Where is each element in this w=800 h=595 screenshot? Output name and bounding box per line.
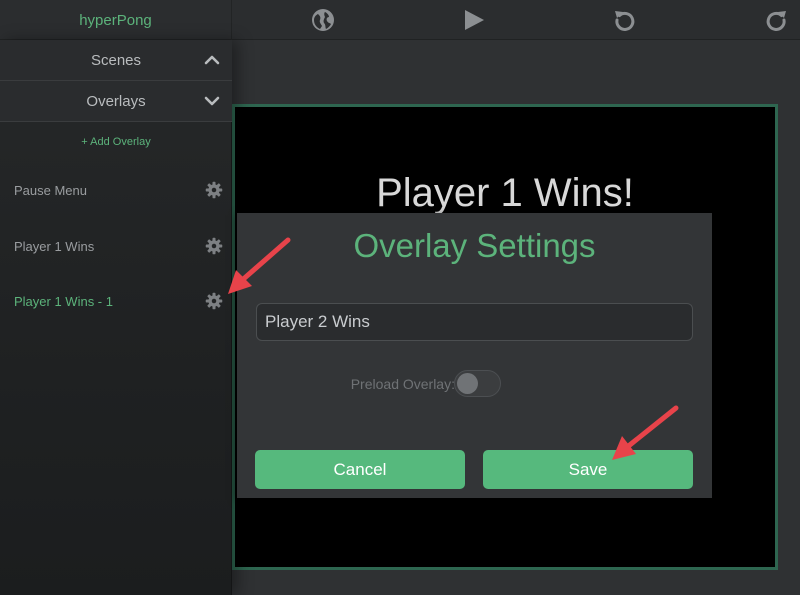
add-overlay-link[interactable]: + Add Overlay [0,136,232,150]
annotation-arrow-icon [228,237,291,294]
dialog-title: Overlay Settings [353,227,596,264]
canvas-title: Player 1 Wins! [376,171,634,215]
top-toolbar: hyperPong [0,0,800,40]
chevron-up-icon[interactable] [204,52,220,68]
scenes-section-header[interactable]: Scenes [0,40,232,81]
overlay-item-label: Player 1 Wins [14,239,95,254]
scenes-label: Scenes [90,52,142,69]
undo-icon[interactable] [613,8,637,32]
app-title: hyperPong [0,0,232,40]
overlay-list-item[interactable]: Player 1 Wins [0,227,232,267]
overlay-name-input[interactable] [256,303,693,341]
preload-overlay-label: Preload Overlay: [350,376,455,392]
play-icon[interactable] [462,8,486,32]
chevron-down-icon[interactable] [204,93,220,109]
overlay-list-item[interactable]: Pause Menu [0,171,232,211]
preload-overlay-toggle[interactable] [454,370,501,397]
sidebar: Scenes Overlays + Add Overlay Pause Menu… [0,40,232,595]
redo-icon[interactable] [764,8,788,32]
overlay-list-item[interactable]: Player 1 Wins - 1 [0,282,232,322]
annotation-arrow-icon [612,405,679,460]
overlay-item-label: Pause Menu [14,183,87,198]
overlays-section-header[interactable]: Overlays [0,81,232,122]
gear-icon[interactable] [205,181,223,199]
cancel-button[interactable]: Cancel [255,450,465,489]
overlays-label: Overlays [86,93,146,110]
toggle-knob [457,373,478,394]
globe-icon[interactable] [311,8,335,32]
overlay-item-label: Player 1 Wins - 1 [14,294,113,309]
